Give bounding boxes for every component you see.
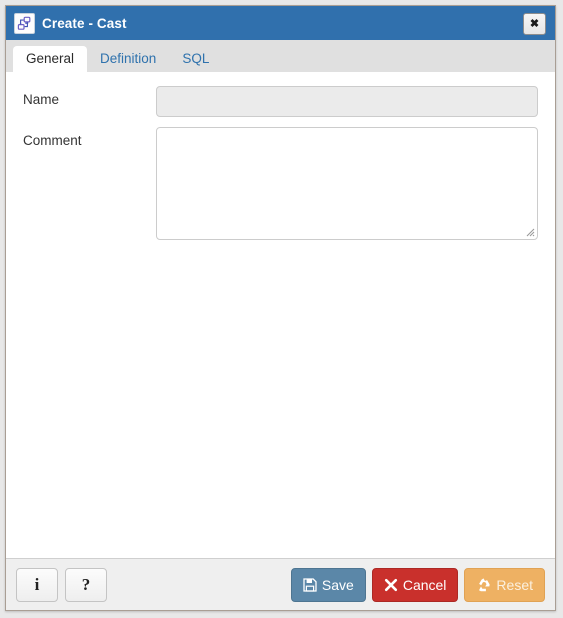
tab-strip: General Definition SQL (6, 40, 555, 73)
help-icon: ? (81, 575, 91, 594)
name-label: Name (23, 92, 60, 107)
cancel-button-label: Cancel (402, 576, 447, 593)
name-row: Name (23, 86, 538, 117)
dialog-titlebar: Create - Cast ✖ (6, 6, 555, 40)
create-cast-dialog: Create - Cast ✖ General Definition SQL N… (5, 5, 556, 611)
comment-field-wrapper (156, 127, 538, 240)
save-button-label: Save (321, 576, 354, 593)
comment-label: Comment (23, 133, 82, 148)
floppy-disk-icon (303, 577, 317, 592)
footer-right-group: Save Cancel Reset (290, 567, 545, 602)
dialog-title: Create - Cast (42, 15, 127, 31)
footer-left-group: i ? (16, 567, 107, 602)
tab-general[interactable]: General (13, 45, 88, 73)
cross-icon (384, 578, 398, 592)
tab-definition[interactable]: Definition (87, 46, 169, 73)
comment-row: Comment (23, 127, 538, 240)
recycle-icon (476, 577, 491, 592)
reset-button-label: Reset (496, 576, 533, 593)
close-button[interactable]: ✖ (523, 13, 546, 35)
cancel-button[interactable]: Cancel (371, 567, 459, 602)
info-button[interactable]: i (16, 567, 58, 602)
dialog-footer: i ? Save Cancel Reset (6, 558, 555, 610)
cast-object-icon (14, 12, 35, 34)
save-button[interactable]: Save (290, 567, 366, 602)
reset-button[interactable]: Reset (464, 567, 545, 602)
close-icon: ✖ (529, 17, 540, 30)
name-input[interactable] (156, 86, 538, 117)
general-tab-panel: Name Comment (6, 72, 555, 558)
help-button[interactable]: ? (65, 567, 107, 602)
tab-sql[interactable]: SQL (169, 46, 222, 73)
comment-input[interactable] (156, 127, 538, 240)
info-icon: i (34, 575, 40, 594)
